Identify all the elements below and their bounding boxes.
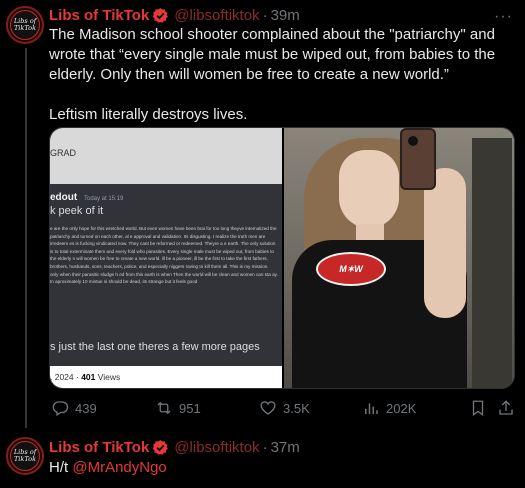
like-button[interactable]: 3.5K [259, 399, 310, 417]
photo-door [472, 138, 512, 388]
display-name[interactable]: Libs of TikTok [49, 439, 149, 456]
avatar[interactable]: Libs of TikTok [6, 437, 44, 475]
screenshot-body: edout Today at 15:19 k peek of it e are … [50, 184, 282, 368]
separator: · [262, 439, 268, 456]
screenshot-username-text: edout [50, 192, 78, 203]
tweet-header: Libs of TikTok @libsoftiktok · 39m [49, 7, 300, 24]
selfie-photo[interactable]: M✶W [282, 128, 514, 388]
display-name[interactable]: Libs of TikTok [49, 7, 149, 24]
handle[interactable]: @libsoftiktok [174, 439, 259, 456]
screenshot-last-line: s just the last one theres a few more pa… [50, 341, 260, 353]
views-count: 202K [386, 400, 417, 416]
screenshot-message: e are the only hope for this wretched wo… [50, 226, 278, 285]
screenshot-footer-date: , 2024 · [50, 372, 79, 382]
timestamp[interactable]: 39m [271, 7, 300, 24]
screenshot-peek: k peek of it [50, 205, 104, 217]
tweet-text: The Madison school shooter complained ab… [49, 25, 517, 125]
timestamp[interactable]: 37m [271, 439, 300, 456]
photo-arm [424, 168, 466, 318]
tweet-actions: 439 951 3.5K 202K [49, 399, 517, 421]
repost-button[interactable]: 951 [155, 399, 201, 417]
tweet-header: Libs of TikTok @libsoftiktok · 37m [49, 439, 300, 456]
mention-link[interactable]: @MrAndyNgo [72, 459, 166, 476]
photo-face [339, 150, 399, 228]
avatar-logo-text: Libs of TikTok [10, 10, 40, 40]
screenshot-footer: , 2024 · 401 Views [50, 366, 282, 388]
share-icon [499, 400, 513, 415]
handle[interactable]: @libsoftiktok [174, 7, 259, 24]
shirt-logo: M✶W [316, 252, 386, 286]
repost-count: 951 [179, 400, 201, 416]
avatar[interactable]: Libs of TikTok [6, 6, 44, 44]
bookmark-button[interactable] [469, 399, 487, 417]
tweet-paragraph: Leftism literally destroys lives. [49, 106, 248, 123]
thread-connector [25, 48, 27, 428]
repost-icon [157, 401, 171, 415]
phone-camera [408, 136, 418, 146]
screenshot-username: edout Today at 15:19 [50, 192, 278, 203]
reply-count: 439 [75, 400, 97, 416]
photo-phone [400, 128, 436, 190]
avatar-logo-text: Libs of TikTok [10, 441, 40, 471]
hat-tip-prefix: H/t [49, 459, 69, 476]
verified-badge-icon [152, 440, 169, 455]
screenshot-timestamp: Today at 15:19 [84, 196, 124, 202]
screenshot-footer-views-label: Views [97, 372, 121, 382]
reply-icon [52, 401, 69, 416]
tweet-paragraph: The Madison school shooter complained ab… [49, 26, 496, 83]
verified-badge-icon [152, 8, 169, 23]
tweet-text: H/t @MrAndyNgo [49, 459, 167, 476]
heart-icon [260, 401, 276, 415]
screenshot-top-label: GRAD [50, 128, 282, 184]
share-button[interactable] [497, 399, 515, 417]
views-button[interactable]: 202K [362, 399, 416, 417]
like-count: 3.5K [283, 400, 310, 416]
discord-screenshot-image[interactable]: GRAD edout Today at 15:19 k peek of it e… [50, 128, 282, 388]
reply-button[interactable]: 439 [51, 399, 97, 417]
views-icon [365, 403, 378, 414]
tweet-media[interactable]: GRAD edout Today at 15:19 k peek of it e… [49, 127, 515, 389]
separator: · [262, 7, 268, 24]
screenshot-footer-views: 401 [81, 372, 96, 382]
more-options-icon[interactable]: ··· [494, 8, 513, 26]
bookmark-icon [472, 400, 484, 417]
